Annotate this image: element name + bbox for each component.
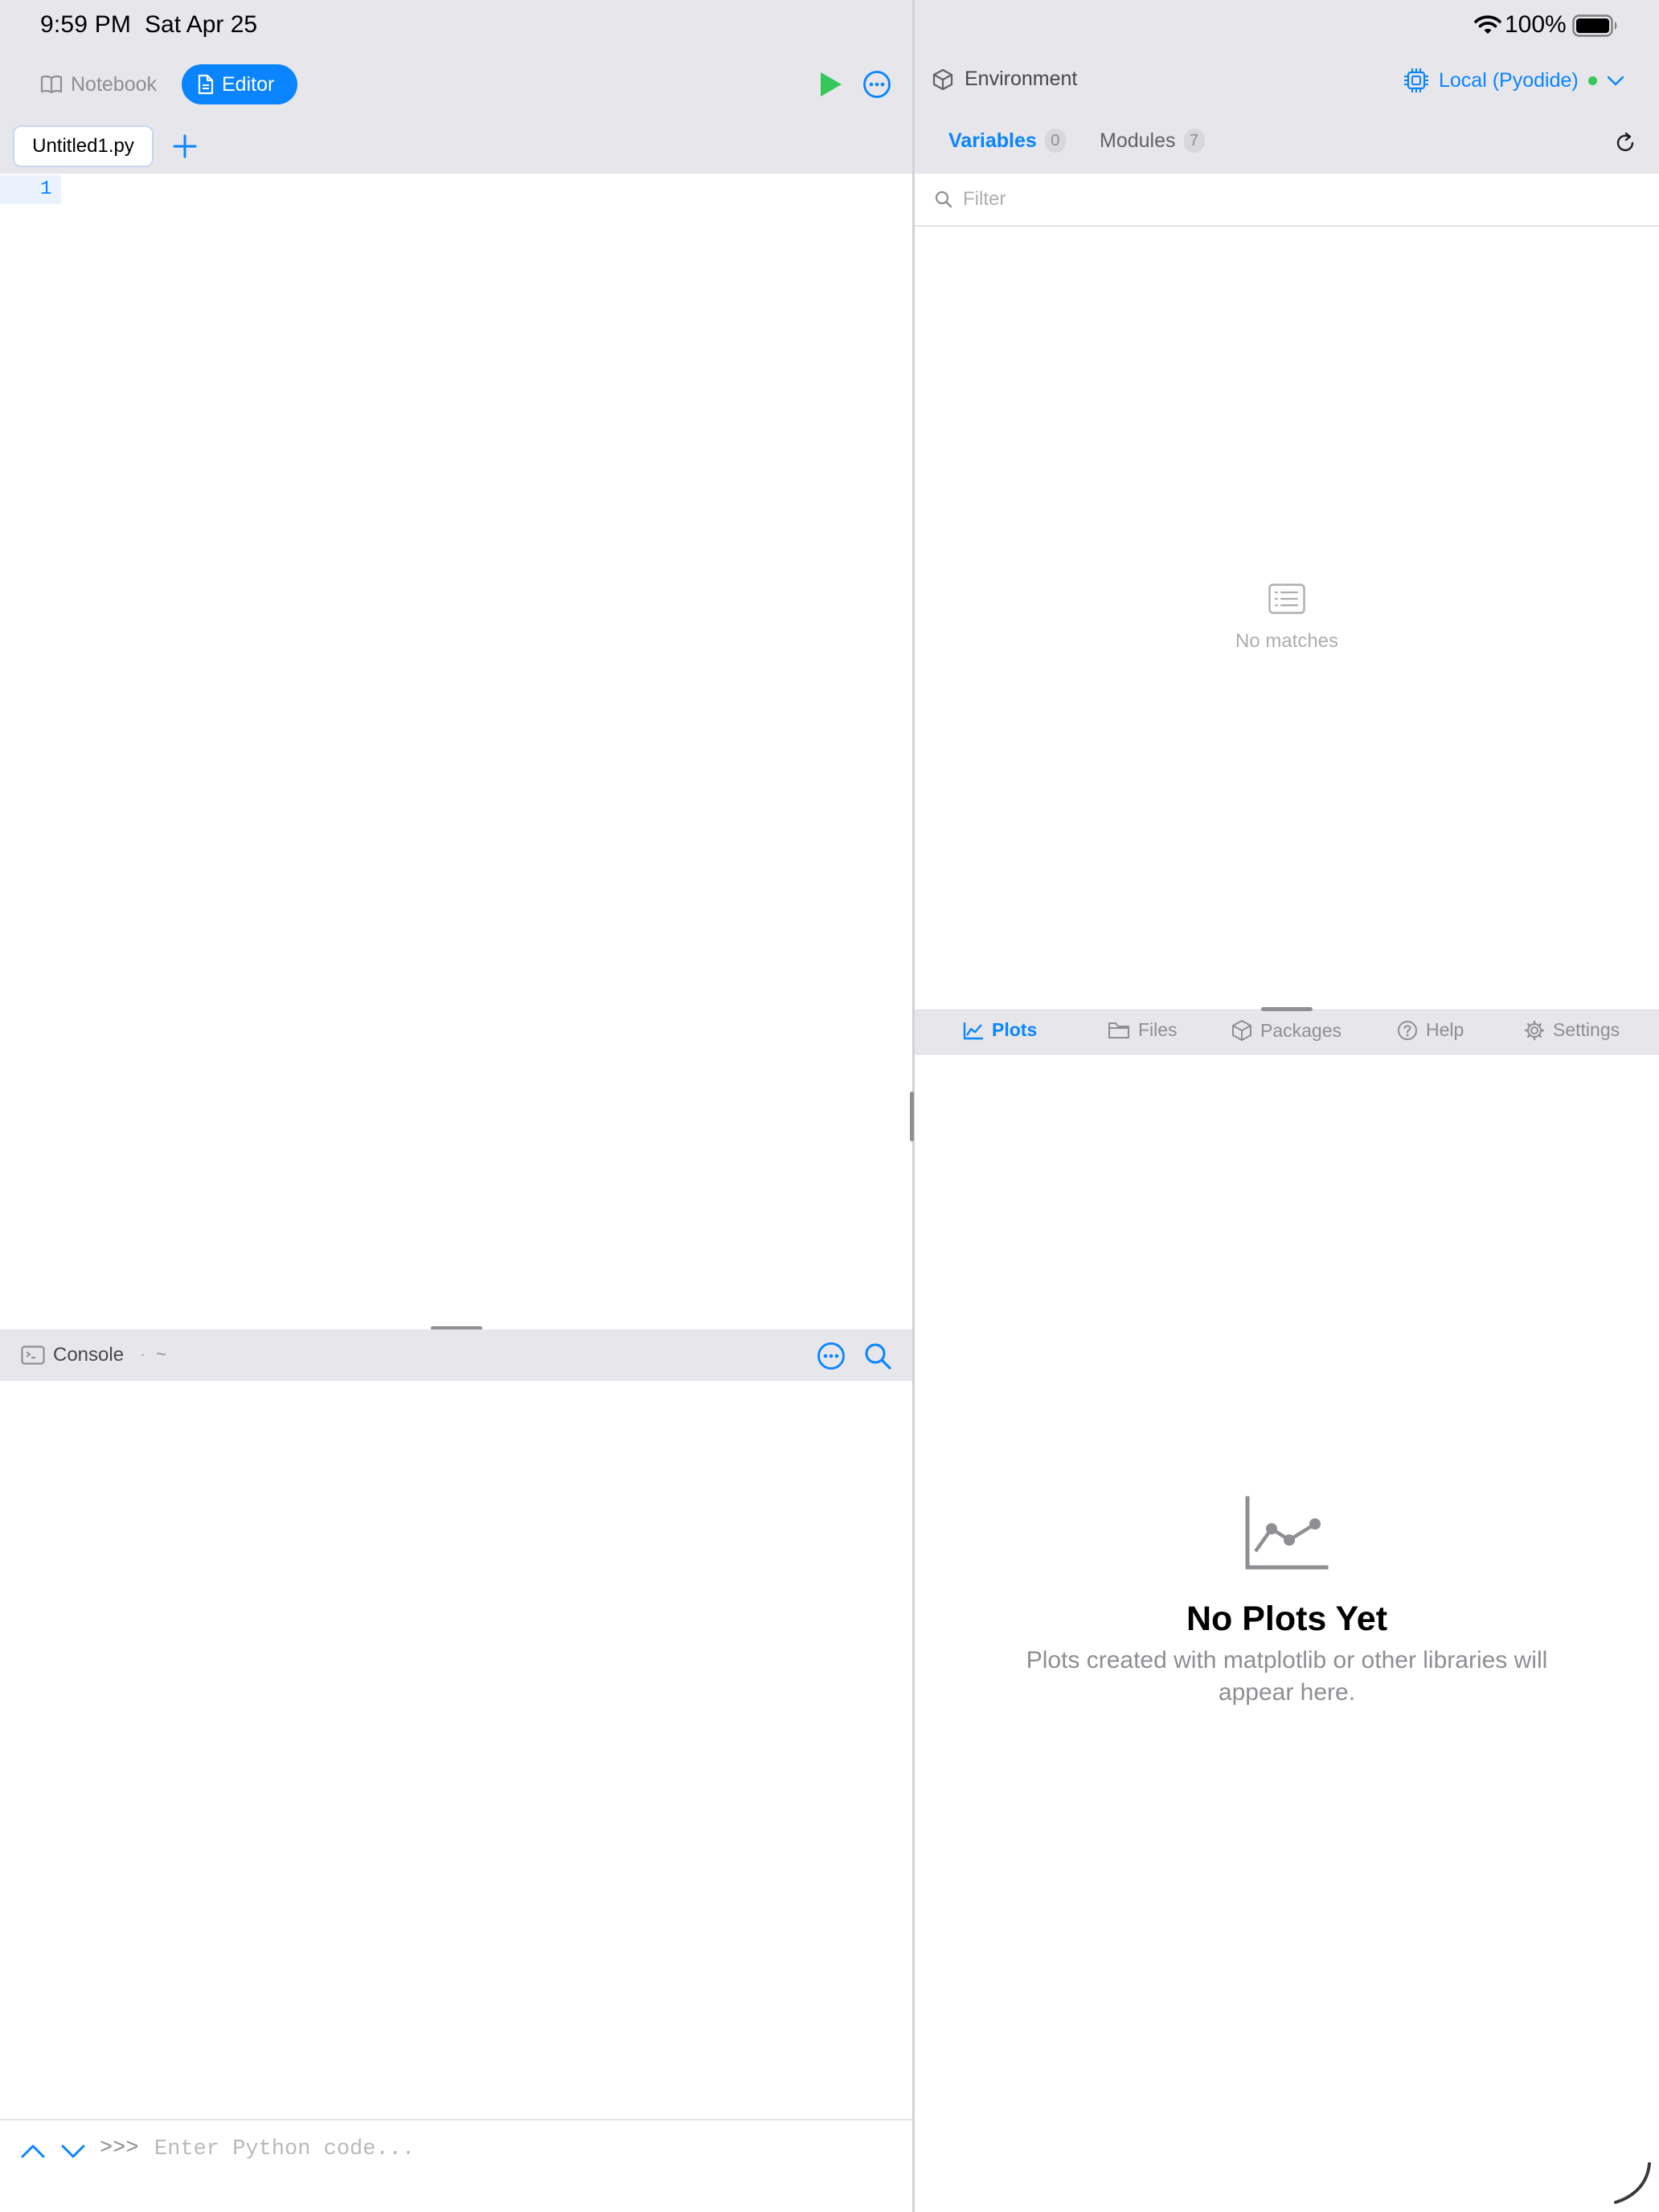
no-plots-subtitle-line1: Plots created with matplotlib or other l… — [1026, 1647, 1548, 1673]
gear-icon — [1524, 1020, 1545, 1040]
runtime-selector[interactable]: Local (Pyodide) — [1403, 68, 1624, 93]
runtime-status-indicator — [1587, 76, 1597, 85]
tab-packages-label: Packages — [1260, 1019, 1342, 1041]
filter-input[interactable] — [963, 183, 1638, 215]
wifi-icon — [1474, 15, 1501, 34]
tab-files-label: Files — [1138, 1019, 1178, 1040]
editor-mode-button[interactable]: Editor — [182, 64, 297, 104]
battery-icon — [1572, 14, 1617, 37]
code-editor[interactable] — [0, 174, 912, 1328]
variables-count-badge: 0 — [1044, 129, 1066, 153]
file-tab[interactable]: Untitled1.py — [13, 125, 154, 167]
environment-title: Environment — [932, 68, 1077, 91]
play-icon[interactable] — [817, 71, 844, 98]
environment-pane: Environment Local (Pyodide) Variables 0 … — [915, 0, 1659, 2212]
console-separator: · — [140, 1344, 146, 1364]
chevron-down-icon — [1607, 76, 1624, 86]
variables-list — [915, 227, 1659, 1010]
tab-modules-label: Modules — [1100, 129, 1176, 152]
status-time: 9:59 PM — [40, 11, 132, 38]
current-line-highlight — [0, 175, 61, 204]
more-icon[interactable] — [862, 70, 891, 99]
no-plots-title: No Plots Yet — [1186, 1600, 1388, 1638]
tab-help-label: Help — [1426, 1019, 1464, 1040]
package-icon — [1232, 1020, 1251, 1041]
plus-icon[interactable] — [172, 133, 198, 159]
modules-count-badge: 7 — [1183, 129, 1205, 153]
tab-files[interactable]: Files — [1108, 1019, 1178, 1041]
battery-percentage: 100% — [1505, 11, 1567, 38]
status-date: Sat Apr 25 — [145, 11, 258, 38]
cube-icon — [932, 68, 953, 90]
console-prompt: >>> — [100, 2136, 139, 2161]
console-output — [0, 1381, 912, 2119]
console-working-directory: ~ — [156, 1344, 166, 1364]
editor-mode-label: Editor — [222, 72, 275, 96]
editor-pane: Notebook Editor Untitled1.py 1 Console ·… — [0, 0, 912, 2212]
chart-icon — [963, 1022, 983, 1039]
no-matches-text: No matches — [1235, 630, 1339, 652]
resize-corner-icon[interactable] — [1612, 2161, 1653, 2206]
folder-icon — [1108, 1022, 1129, 1038]
document-icon — [198, 74, 214, 95]
console-header — [0, 1329, 912, 1381]
search-icon — [935, 190, 952, 208]
tab-settings[interactable]: Settings — [1524, 1019, 1620, 1041]
more-icon[interactable] — [817, 1342, 846, 1370]
line-number: 1 — [40, 178, 52, 200]
terminal-icon — [21, 1346, 45, 1365]
tab-packages[interactable]: Packages — [1231, 1019, 1342, 1042]
console-input[interactable] — [154, 2132, 878, 2167]
runtime-label: Local (Pyodide) — [1439, 68, 1579, 92]
environment-title-label: Environment — [965, 68, 1078, 90]
tab-plots-label: Plots — [992, 1019, 1038, 1040]
list-icon — [1268, 584, 1305, 614]
chevron-up-icon[interactable] — [19, 2141, 47, 2161]
console-title: Console — [53, 1344, 125, 1366]
search-icon[interactable] — [863, 1342, 892, 1370]
chevron-down-icon[interactable] — [59, 2141, 87, 2161]
refresh-icon[interactable] — [1614, 132, 1636, 154]
file-tab-label: Untitled1.py — [32, 135, 134, 157]
pane-resize-handle[interactable] — [910, 1092, 914, 1141]
book-icon — [40, 75, 63, 94]
tab-settings-label: Settings — [1553, 1019, 1620, 1040]
help-icon — [1398, 1020, 1417, 1040]
notebook-mode-label: Notebook — [71, 72, 158, 96]
tab-variables[interactable]: Variables 0 — [948, 129, 1066, 153]
tab-help[interactable]: Help — [1397, 1019, 1464, 1041]
environment-plots-resize-handle[interactable] — [1261, 1007, 1313, 1011]
no-plots-subtitle-line2: appear here. — [1218, 1679, 1356, 1706]
cpu-icon — [1404, 68, 1428, 92]
line-chart-icon — [1245, 1496, 1329, 1570]
tab-plots[interactable]: Plots — [963, 1019, 1037, 1041]
tab-modules[interactable]: Modules 7 — [1100, 129, 1205, 153]
tab-variables-label: Variables — [948, 129, 1037, 152]
notebook-mode-button[interactable]: Notebook — [29, 64, 174, 104]
